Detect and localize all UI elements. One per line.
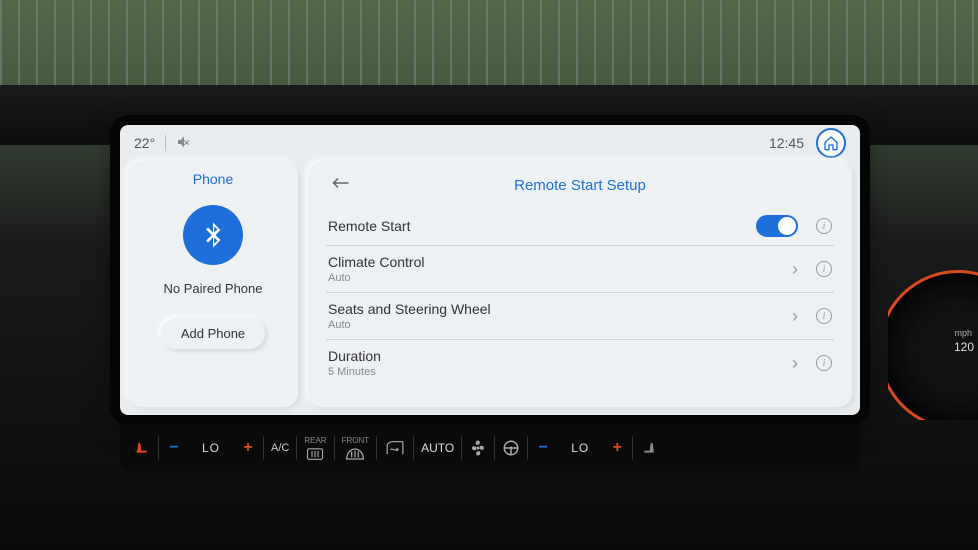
heated-seat-left-button[interactable] [126,440,158,456]
row-title: Remote Start [328,218,756,234]
front-defrost-button[interactable]: FRONT [335,436,377,461]
row-subtitle: Auto [328,272,792,284]
row-title: Duration [328,348,792,364]
chevron-right-icon: › [792,353,798,374]
row-remote-start[interactable]: Remote Start i [326,207,834,246]
phone-panel: Phone No Paired Phone Add Phone [128,161,298,407]
row-duration[interactable]: Duration 5 Minutes › i [326,340,834,386]
infotainment-screen: 22° 12:45 Phone No Paired Phone Add Phon… [120,125,860,415]
row-climate-control[interactable]: Climate Control Auto › i [326,246,834,293]
mute-icon[interactable] [176,134,192,153]
row-title: Seats and Steering Wheel [328,301,792,317]
temp-up-right[interactable]: + [602,439,632,457]
temp-up-left[interactable]: + [233,439,263,457]
left-temp: LO [202,441,220,455]
row-title: Climate Control [328,254,792,270]
heated-steering-button[interactable] [495,439,527,457]
info-icon[interactable]: i [816,261,832,277]
fan-button[interactable] [462,439,494,457]
settings-panel: Remote Start Setup Remote Start i Climat… [308,161,852,407]
settings-title: Remote Start Setup [326,177,834,194]
row-subtitle: 5 Minutes [328,366,792,378]
temp-down-right[interactable]: − [528,439,558,457]
rear-defrost-button[interactable]: REAR [297,436,333,461]
divider [165,135,166,151]
chevron-right-icon: › [792,306,798,327]
right-temp: LO [571,441,589,455]
remote-start-toggle[interactable] [756,215,798,237]
temp-down-left[interactable]: − [159,439,189,457]
chevron-right-icon: › [792,259,798,280]
speed-unit: mph [954,328,972,338]
row-seats-steering[interactable]: Seats and Steering Wheel Auto › i [326,293,834,340]
bluetooth-icon [183,205,243,265]
status-bar: 22° 12:45 [120,125,860,161]
home-button[interactable] [816,128,846,158]
climate-bar: − LO + A/C REAR FRONT AUTO − LO + [120,425,860,471]
info-icon[interactable]: i [816,218,832,234]
info-icon[interactable]: i [816,355,832,371]
instrument-cluster: mph 120 [888,260,978,420]
add-phone-button[interactable]: Add Phone [161,318,265,349]
recirculate-button[interactable] [377,439,413,457]
auto-button[interactable]: AUTO [414,441,461,455]
info-icon[interactable]: i [816,308,832,324]
heated-seat-right-button[interactable] [633,440,665,456]
phone-panel-title: Phone [193,171,233,187]
phone-status-text: No Paired Phone [163,281,262,296]
speed-tick: 120 [954,340,974,354]
row-subtitle: Auto [328,319,792,331]
clock: 12:45 [769,135,804,151]
ambient-temperature: 22° [134,135,155,151]
ac-button[interactable]: A/C [264,442,296,454]
